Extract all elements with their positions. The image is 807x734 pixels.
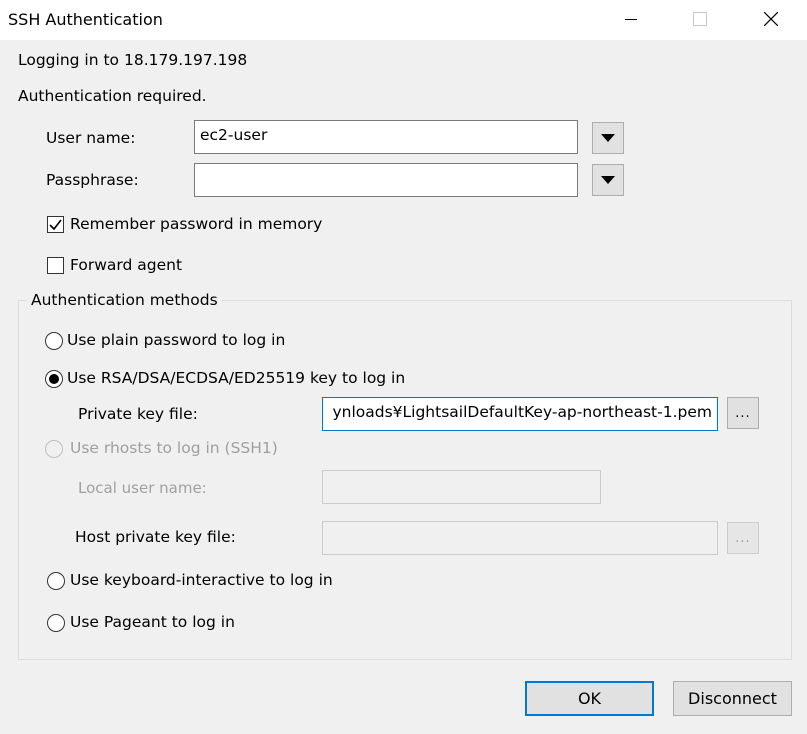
rsa-key-radio[interactable] <box>45 370 63 388</box>
minimize-icon <box>625 19 637 20</box>
close-icon <box>764 12 778 26</box>
ok-button[interactable]: OK <box>525 681 654 716</box>
passphrase-dropdown-button[interactable] <box>592 164 624 196</box>
auth-required-text: Authentication required. <box>18 87 207 105</box>
rsa-key-label[interactable]: Use RSA/DSA/ECDSA/ED25519 key to log in <box>67 369 405 387</box>
host-private-key-label: Host private key file: <box>75 528 236 546</box>
remember-password-checkbox[interactable] <box>47 216 64 233</box>
passphrase-input[interactable] <box>194 163 578 197</box>
passphrase-label: Passphrase: <box>46 171 139 189</box>
local-user-name-input[interactable] <box>322 470 601 504</box>
rhosts-label[interactable]: Use rhosts to log in (SSH1) <box>70 439 278 457</box>
plain-password-label[interactable]: Use plain password to log in <box>67 331 285 349</box>
maximize-button[interactable] <box>677 0 723 38</box>
logging-in-text: Logging in to 18.179.197.198 <box>18 51 248 69</box>
auth-methods-group-label: Authentication methods <box>27 291 222 309</box>
host-private-key-browse-button[interactable]: ... <box>727 522 759 554</box>
forward-agent-checkbox[interactable] <box>47 257 64 274</box>
chevron-down-icon <box>601 176 615 184</box>
minimize-button[interactable] <box>608 0 654 38</box>
disconnect-button[interactable]: Disconnect <box>673 681 792 716</box>
plain-password-radio[interactable] <box>45 332 63 350</box>
maximize-icon <box>693 12 707 26</box>
chevron-down-icon <box>601 134 615 142</box>
host-private-key-input[interactable] <box>322 521 718 555</box>
close-button[interactable] <box>748 0 794 38</box>
private-key-input[interactable]: ynloads¥LightsailDefaultKey-ap-northeast… <box>322 397 718 431</box>
user-name-input[interactable]: ec2-user <box>194 120 578 154</box>
title-bar: SSH Authentication <box>0 0 807 40</box>
private-key-browse-button[interactable]: ... <box>727 397 759 429</box>
rhosts-radio[interactable] <box>45 440 63 458</box>
keyboard-interactive-radio[interactable] <box>47 572 65 590</box>
private-key-label: Private key file: <box>78 405 198 423</box>
remember-password-label[interactable]: Remember password in memory <box>70 215 322 233</box>
window-title: SSH Authentication <box>8 10 163 29</box>
user-name-label: User name: <box>46 129 136 147</box>
user-name-dropdown-button[interactable] <box>592 122 624 154</box>
local-user-name-label: Local user name: <box>78 479 207 497</box>
pageant-radio[interactable] <box>47 614 65 632</box>
checkmark-icon <box>49 219 62 231</box>
forward-agent-label[interactable]: Forward agent <box>70 256 182 274</box>
pageant-label[interactable]: Use Pageant to log in <box>70 613 235 631</box>
keyboard-interactive-label[interactable]: Use keyboard-interactive to log in <box>70 571 333 589</box>
